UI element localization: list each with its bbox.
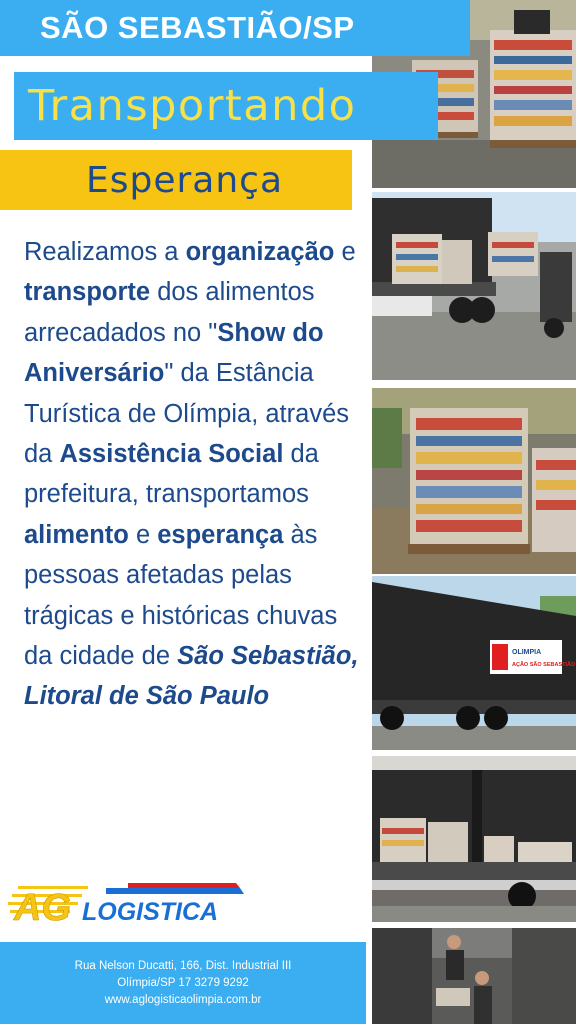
footer-website[interactable]: www.aglogisticaolimpia.com.br [105, 992, 262, 1009]
title-banner: SÃO SEBASTIÃO/SP [0, 0, 470, 56]
photo-truck-loading [372, 192, 576, 380]
logo-graphic: AG LOGISTICA [8, 883, 244, 929]
subtitle-transportando: Transportando [28, 81, 357, 131]
footer-city-phone: Olímpia/SP 17 3279 9292 [117, 976, 249, 989]
body-bold-assistencia: Assistência Social [59, 440, 284, 469]
photo-truck-banner: OLIMPIA AÇÃO SÃO SEBASTIÃO [372, 576, 576, 750]
body-paragraph: Realizamos a organização e transporte do… [24, 232, 370, 717]
subtitle-esperanca: Esperança [86, 159, 284, 201]
photo-people-loading [372, 928, 576, 1024]
footer-contact: Rua Nelson Ducatti, 166, Dist. Industria… [0, 942, 366, 1024]
body-text-segment: Realizamos a [24, 238, 186, 266]
subtitle-banner-yellow: Esperança [0, 150, 352, 210]
body-bold-alimento: alimento [24, 520, 129, 549]
subtitle-banner-blue: Transportando [14, 72, 438, 140]
photo-column: OLIMPIA AÇÃO SÃO SEBASTIÃO [372, 0, 576, 1024]
body-text-segment: e [128, 520, 158, 549]
logo-text-ag: AG [13, 887, 71, 928]
banner-text-1: OLIMPIA [512, 649, 541, 656]
body-bold-transporte: transporte [24, 278, 151, 307]
banner-text-2: AÇÃO SÃO SEBASTIÃO [512, 661, 576, 668]
page-title: SÃO SEBASTIÃO/SP [40, 10, 355, 45]
photo-pallet-closeup [372, 388, 576, 574]
body-bold-esperanca: esperança [157, 520, 284, 549]
logo-text-logistica: LOGISTICA [82, 898, 218, 926]
photo-open-truck [372, 756, 576, 922]
footer-address: Rua Nelson Ducatti, 166, Dist. Industria… [74, 959, 292, 972]
body-bold-organizacao: organização [185, 238, 335, 266]
body-text-segment: e [334, 238, 356, 266]
ag-logistica-logo: AG LOGISTICA [8, 880, 248, 929]
